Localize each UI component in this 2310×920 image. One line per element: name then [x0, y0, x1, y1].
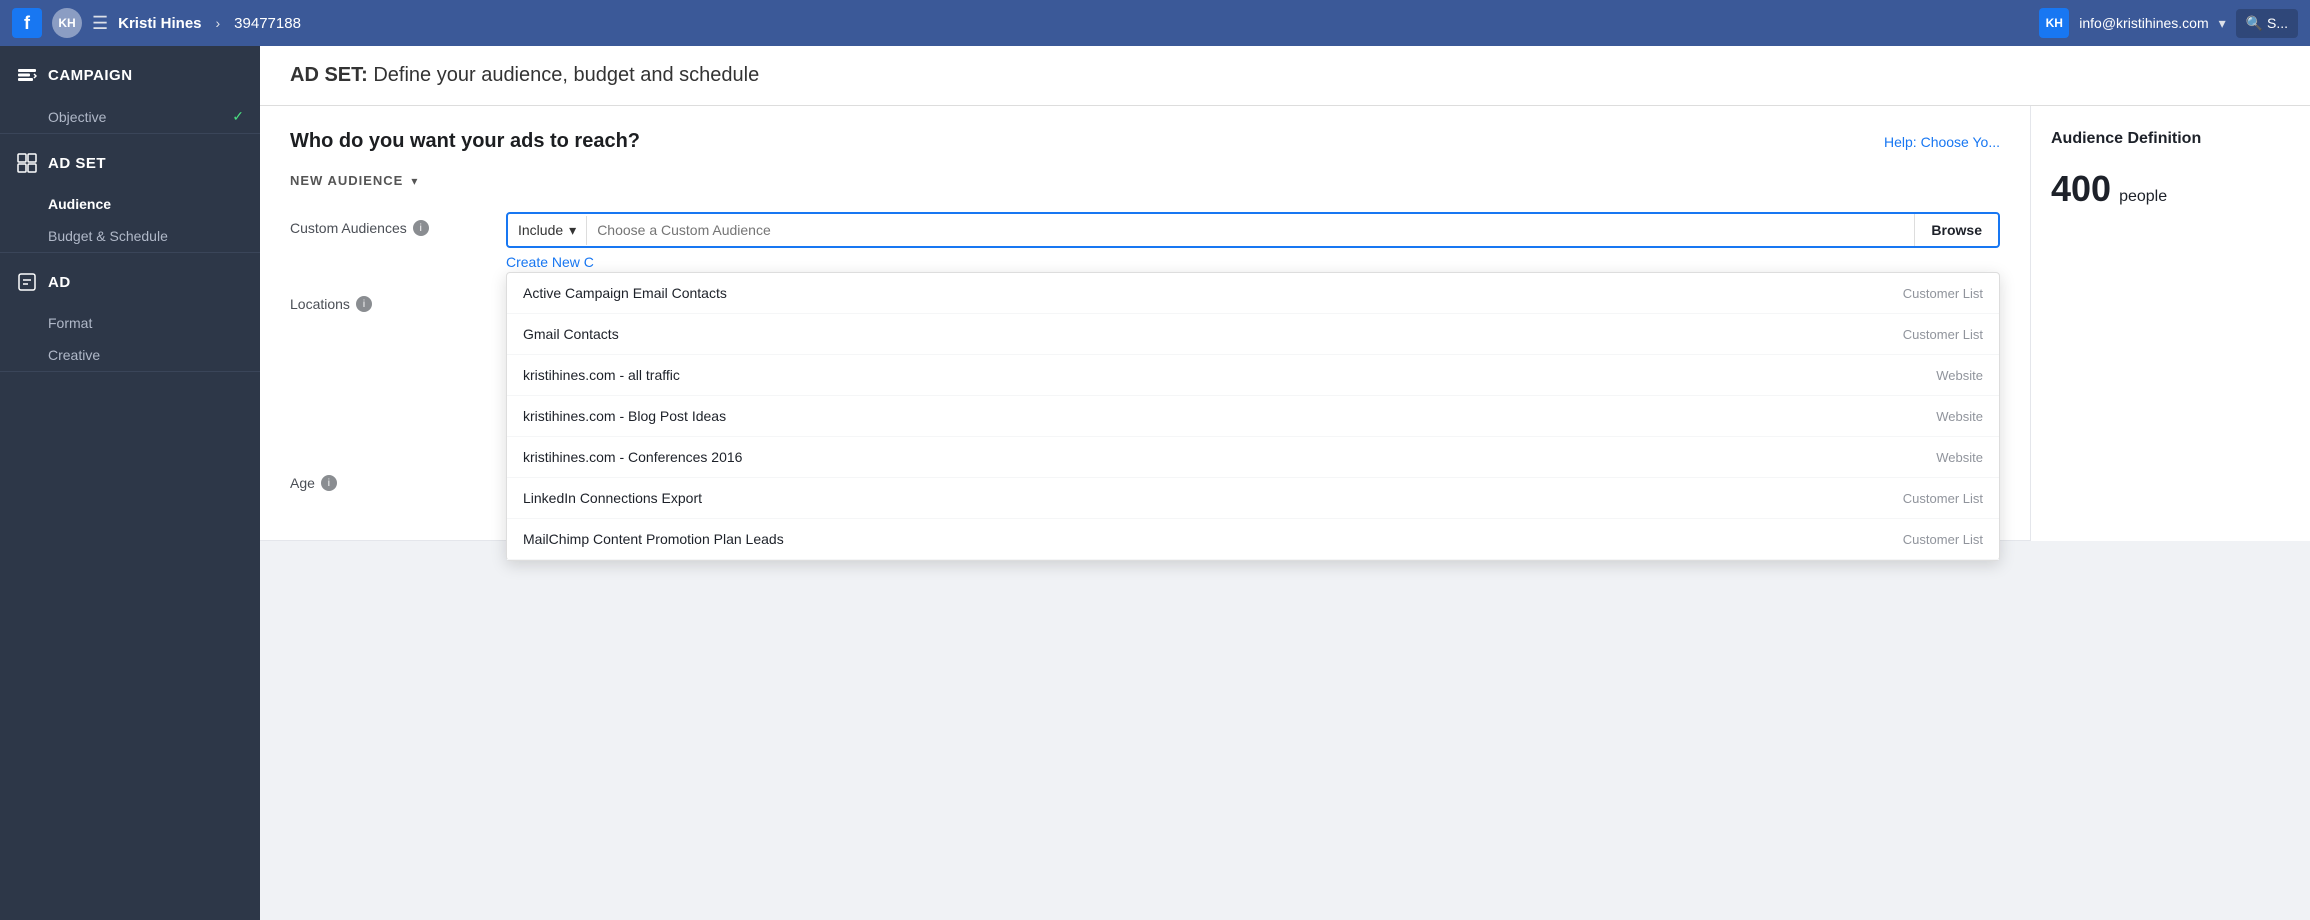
- dropdown-item-type: Website: [1936, 368, 1983, 383]
- dropdown-item-name: Active Campaign Email Contacts: [523, 285, 727, 301]
- sidebar-item-objective[interactable]: Objective ✓: [0, 100, 260, 133]
- sidebar-ad-header: AD: [0, 253, 260, 307]
- dropdown-item[interactable]: kristihines.com - Conferences 2016 Websit…: [507, 437, 1999, 478]
- sidebar-adset-header: AD SET: [0, 134, 260, 188]
- sidebar-item-creative[interactable]: Creative: [0, 339, 260, 371]
- new-audience-button[interactable]: NEW AUDIENCE: [290, 173, 403, 188]
- adset-icon: [16, 152, 38, 174]
- sidebar-campaign-header: CAMPAIGN: [0, 46, 260, 100]
- nav-kh-badge: KH: [2039, 8, 2069, 38]
- fb-logo: f: [12, 8, 42, 38]
- main-layout: CAMPAIGN Objective ✓ AD SET: [0, 46, 2310, 920]
- campaign-icon: [16, 64, 38, 86]
- sidebar-item-format[interactable]: Format: [0, 307, 260, 339]
- dropdown-item-type: Website: [1936, 450, 1983, 465]
- audience-input-row: Include ▾ Browse: [506, 212, 2000, 248]
- audience-definition-panel: Audience Definition 400 people: [2030, 106, 2310, 541]
- sidebar-campaign-title: CAMPAIGN: [48, 67, 133, 84]
- new-audience-bar: NEW AUDIENCE ▾: [290, 173, 2000, 188]
- dropdown-item-type: Website: [1936, 409, 1983, 424]
- custom-audiences-label: Custom Audiences i: [290, 212, 490, 236]
- include-select[interactable]: Include ▾: [508, 216, 587, 245]
- section-title: Who do you want your ads to reach?: [290, 130, 640, 153]
- sidebar-section-campaign: CAMPAIGN Objective ✓: [0, 46, 260, 134]
- content-area: AD SET: Define your audience, budget and…: [260, 46, 2310, 920]
- adset-header: AD SET: Define your audience, budget and…: [260, 46, 2310, 106]
- help-link[interactable]: Help: Choose Yo...: [1884, 134, 2000, 150]
- audience-dropdown: Active Campaign Email Contacts Customer L…: [506, 272, 2000, 561]
- new-audience-dropdown-icon[interactable]: ▾: [411, 174, 417, 188]
- audience-definition-title: Audience Definition: [2051, 130, 2290, 148]
- adset-header-title: AD SET: Define your audience, budget and…: [290, 64, 759, 86]
- custom-audiences-row: Custom Audiences i Include ▾ Browse: [290, 212, 2000, 270]
- content-main: Who do you want your ads to reach? Help:…: [260, 106, 2030, 541]
- custom-audiences-info-icon[interactable]: i: [413, 220, 429, 236]
- dropdown-item[interactable]: kristihines.com - all traffic Website: [507, 355, 1999, 396]
- top-nav: f KH ☰ Kristi Hines › 39477188 KH info@k…: [0, 0, 2310, 46]
- sidebar-section-ad: AD Format Creative: [0, 253, 260, 372]
- sidebar-adset-title: AD SET: [48, 155, 106, 172]
- custom-audience-input[interactable]: [587, 214, 1914, 246]
- audience-count: 400 people: [2051, 168, 2290, 210]
- nav-search-button[interactable]: 🔍 S...: [2236, 9, 2298, 38]
- dropdown-item-type: Customer List: [1903, 491, 1983, 506]
- dropdown-item-name: kristihines.com - Blog Post Ideas: [523, 408, 726, 424]
- age-label: Age i: [290, 467, 490, 491]
- hamburger-icon[interactable]: ☰: [92, 13, 108, 34]
- nav-email-dropdown-icon[interactable]: ▾: [2219, 15, 2226, 32]
- dropdown-item[interactable]: Gmail Contacts Customer List: [507, 314, 1999, 355]
- nav-right: KH info@kristihines.com ▾ 🔍 S...: [2039, 8, 2298, 38]
- nav-account-id: 39477188: [234, 15, 301, 32]
- dropdown-item-name: Gmail Contacts: [523, 326, 619, 342]
- dropdown-item-type: Customer List: [1903, 532, 1983, 547]
- include-dropdown-icon: ▾: [569, 222, 576, 239]
- sidebar-section-adset: AD SET Audience Budget & Schedule: [0, 134, 260, 253]
- content-body: Who do you want your ads to reach? Help:…: [260, 106, 2310, 541]
- dropdown-item-type: Customer List: [1903, 286, 1983, 301]
- dropdown-item-name: MailChimp Content Promotion Plan Leads: [523, 531, 784, 547]
- age-info-icon[interactable]: i: [321, 475, 337, 491]
- audience-section: Who do you want your ads to reach? Help:…: [260, 106, 2030, 541]
- custom-audience-container: Include ▾ Browse Active Campaign Email C…: [506, 212, 2000, 270]
- dropdown-item-name: kristihines.com - Conferences 2016: [523, 449, 742, 465]
- locations-info-icon[interactable]: i: [356, 296, 372, 312]
- browse-button[interactable]: Browse: [1914, 214, 1998, 246]
- nav-email: info@kristihines.com: [2079, 15, 2208, 31]
- dropdown-item[interactable]: MailChimp Content Promotion Plan Leads Cu…: [507, 519, 1999, 560]
- dropdown-item-name: kristihines.com - all traffic: [523, 367, 680, 383]
- ad-icon: [16, 271, 38, 293]
- objective-check-icon: ✓: [232, 108, 244, 125]
- nav-arrow: ›: [216, 15, 221, 31]
- locations-label: Locations i: [290, 288, 490, 312]
- nav-user-name: Kristi Hines: [118, 15, 201, 32]
- audience-count-label: people: [2119, 188, 2167, 206]
- nav-avatar: KH: [52, 8, 82, 38]
- dropdown-item[interactable]: kristihines.com - Blog Post Ideas Website: [507, 396, 1999, 437]
- sidebar-ad-title: AD: [48, 274, 71, 291]
- sidebar: CAMPAIGN Objective ✓ AD SET: [0, 46, 260, 920]
- dropdown-item[interactable]: LinkedIn Connections Export Customer List: [507, 478, 1999, 519]
- audience-count-number: 400: [2051, 168, 2111, 210]
- dropdown-item-name: LinkedIn Connections Export: [523, 490, 702, 506]
- sidebar-item-budget-schedule[interactable]: Budget & Schedule: [0, 220, 260, 252]
- dropdown-item-type: Customer List: [1903, 327, 1983, 342]
- sidebar-item-audience[interactable]: Audience: [0, 188, 260, 220]
- section-title-row: Who do you want your ads to reach? Help:…: [290, 130, 2000, 153]
- create-new-link[interactable]: Create New C: [506, 254, 594, 270]
- dropdown-item[interactable]: Active Campaign Email Contacts Customer L…: [507, 273, 1999, 314]
